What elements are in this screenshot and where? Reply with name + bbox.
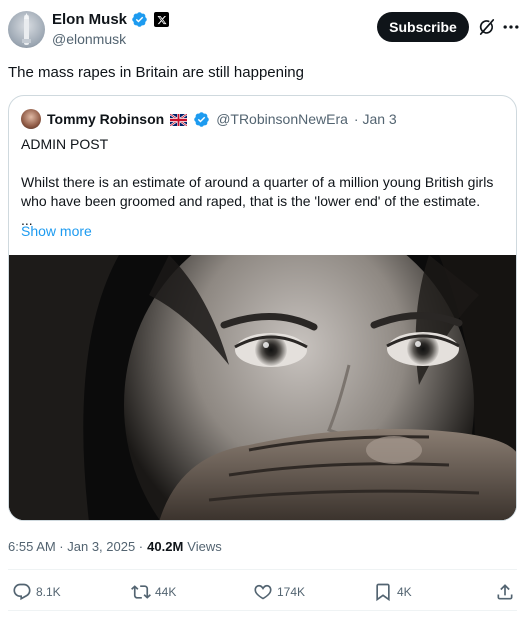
quoted-author-avatar[interactable] — [21, 109, 41, 129]
bookmark-button[interactable]: 4K — [373, 582, 412, 602]
more-icon[interactable] — [501, 17, 521, 37]
share-icon — [497, 584, 513, 600]
like-button[interactable]: 174K — [253, 582, 305, 602]
author-name-row: Elon Musk — [52, 11, 170, 28]
verified-badge-icon[interactable] — [131, 11, 148, 28]
uk-flag-icon — [169, 112, 188, 128]
quoted-post-header: Tommy Robinson @TRobinsonNewEra · Jan 3 — [21, 109, 397, 129]
post-text: The mass rapes in Britain are still happ… — [8, 64, 304, 81]
author-avatar[interactable] — [8, 11, 45, 48]
quoted-post-date[interactable]: · Jan 3 — [354, 111, 397, 127]
author-display-name[interactable]: Elon Musk — [52, 11, 127, 28]
subscribe-button[interactable]: Subscribe — [377, 12, 469, 42]
like-count: 174K — [277, 585, 306, 599]
author-handle[interactable]: @elonmusk — [52, 31, 126, 47]
action-bar: 8.1K 44K 174K 4K — [0, 576, 531, 610]
divider-bottom — [8, 610, 517, 611]
reply-icon — [13, 583, 31, 601]
show-more-link[interactable]: Show more — [21, 223, 92, 239]
divider-top — [8, 569, 517, 570]
quoted-post-line-2: Whilst there is an estimate of around a … — [21, 174, 494, 209]
post-timestamp-row: 6:55 AM · Jan 3, 2025 · 40.2M Views — [8, 539, 222, 554]
quoted-post-line-1: ADMIN POST — [21, 136, 109, 152]
quoted-post-image[interactable] — [9, 255, 516, 520]
reply-button[interactable]: 8.1K — [12, 582, 61, 602]
views-label: Views — [187, 539, 222, 554]
like-icon — [254, 584, 272, 600]
quoted-author-handle[interactable]: @TRobinsonNewEra — [216, 111, 348, 127]
repost-icon — [131, 585, 151, 599]
repost-count: 44K — [155, 585, 177, 599]
quoted-author-name[interactable]: Tommy Robinson — [47, 111, 164, 127]
bookmark-count: 4K — [397, 585, 412, 599]
quoted-post-ellipsis: ... — [21, 212, 33, 228]
post-timestamp[interactable]: 6:55 AM · Jan 3, 2025 · — [8, 539, 143, 554]
reply-count: 8.1K — [36, 585, 61, 599]
share-button[interactable] — [495, 582, 515, 602]
quoted-post-body: ADMIN POST Whilst there is an estimate o… — [21, 135, 507, 230]
bookmark-icon — [376, 583, 390, 602]
quoted-verified-badge-icon[interactable] — [193, 111, 210, 128]
x-logo-icon[interactable] — [154, 12, 170, 27]
post-header: Elon Musk @elonmusk Subscribe — [0, 0, 531, 56]
quoted-post[interactable]: Tommy Robinson @TRobinsonNewEra · Jan 3 … — [8, 95, 517, 521]
views-count: 40.2M — [147, 539, 184, 554]
grok-icon[interactable] — [477, 17, 497, 37]
repost-button[interactable]: 44K — [131, 582, 176, 602]
